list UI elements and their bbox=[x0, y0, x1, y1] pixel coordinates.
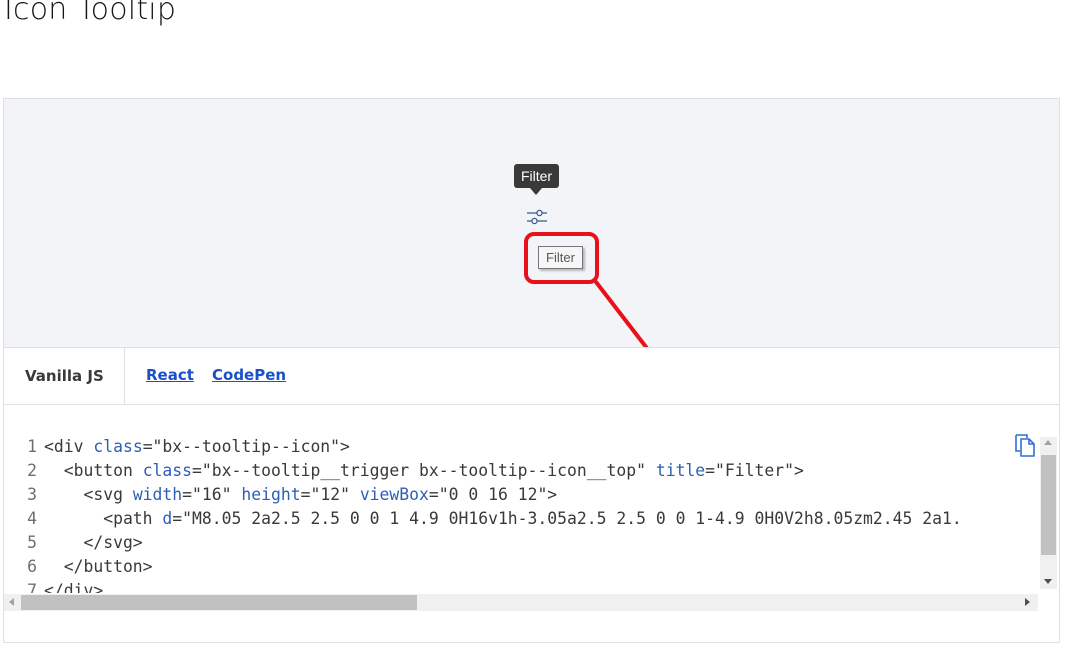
code-line: 2 <button class="bx--tooltip__trigger bx… bbox=[4, 459, 804, 483]
scroll-left-icon[interactable] bbox=[9, 598, 14, 606]
line-number: 3 bbox=[27, 485, 37, 504]
tab-codepen[interactable]: CodePen bbox=[212, 348, 286, 404]
vertical-scroll-thumb[interactable] bbox=[1041, 455, 1056, 555]
line-number: 7 bbox=[27, 581, 37, 593]
code-token: <div bbox=[44, 437, 94, 456]
line-number: 6 bbox=[27, 557, 37, 576]
code-token: ="12" bbox=[300, 485, 360, 504]
tooltip-caret bbox=[530, 188, 542, 195]
scroll-down-icon[interactable] bbox=[1044, 579, 1052, 584]
page-title: Icon Tooltip bbox=[4, 0, 177, 27]
code-attr: class bbox=[142, 461, 193, 480]
horizontal-scroll-thumb[interactable] bbox=[21, 595, 417, 610]
code-token: ="16" bbox=[182, 485, 242, 504]
code-snippet[interactable]: 1 <div class="bx--tooltip--icon"> 2 <butt… bbox=[4, 431, 1038, 593]
code-attr: class bbox=[93, 437, 143, 456]
code-token: <button bbox=[44, 461, 143, 480]
line-number: 1 bbox=[27, 437, 37, 456]
vertical-scrollbar[interactable] bbox=[1040, 437, 1057, 589]
line-number: 4 bbox=[27, 509, 37, 528]
code-line: 7 </div> bbox=[4, 579, 103, 593]
filter-tooltip: Filter bbox=[514, 164, 559, 188]
line-number: 5 bbox=[27, 533, 37, 552]
scroll-up-icon[interactable] bbox=[1044, 440, 1052, 445]
code-attr: viewBox bbox=[359, 485, 429, 504]
code-line: 1 <div class="bx--tooltip--icon"> bbox=[4, 435, 350, 459]
code-token: <svg bbox=[44, 485, 133, 504]
code-token: ="Filter"> bbox=[705, 461, 804, 480]
code-attr: height bbox=[241, 485, 301, 504]
code-token: ="0 0 16 12"> bbox=[428, 485, 558, 504]
code-token: </button> bbox=[44, 557, 153, 576]
copy-code-button[interactable] bbox=[1013, 432, 1037, 458]
code-attr: width bbox=[132, 485, 183, 504]
code-token: ="M8.05 2a2.5 2.5 0 0 1 4.9 0H16v1h-3.05… bbox=[172, 509, 962, 528]
code-tabs: Vanilla JS React CodePen bbox=[3, 347, 1060, 405]
line-number: 2 bbox=[27, 461, 37, 480]
tab-react[interactable]: React bbox=[146, 348, 194, 404]
tab-vanilla-js[interactable]: Vanilla JS bbox=[4, 348, 125, 404]
code-token: ="bx--tooltip--icon"> bbox=[142, 437, 350, 456]
code-attr: d bbox=[162, 509, 173, 528]
copy-icon bbox=[1013, 434, 1037, 461]
code-line: 4 <path d="M8.05 2a2.5 2.5 0 0 1 4.9 0H1… bbox=[4, 507, 962, 531]
code-line: 5 </svg> bbox=[4, 531, 143, 555]
filter-tooltip-trigger[interactable] bbox=[526, 208, 548, 226]
scroll-right-icon[interactable] bbox=[1025, 598, 1030, 606]
code-token: </div> bbox=[44, 581, 104, 593]
code-token: </svg> bbox=[44, 533, 143, 552]
filter-icon bbox=[526, 209, 548, 229]
code-line: 6 </button> bbox=[4, 555, 153, 579]
annotation-highlight-tooltip bbox=[524, 232, 599, 284]
horizontal-scrollbar[interactable] bbox=[4, 594, 1038, 611]
code-token: ="bx--tooltip__trigger bx--tooltip--icon… bbox=[192, 461, 656, 480]
code-token: <path bbox=[44, 509, 163, 528]
code-line: 3 <svg width="16" height="12" viewBox="0… bbox=[4, 483, 557, 507]
code-attr: title bbox=[655, 461, 706, 480]
